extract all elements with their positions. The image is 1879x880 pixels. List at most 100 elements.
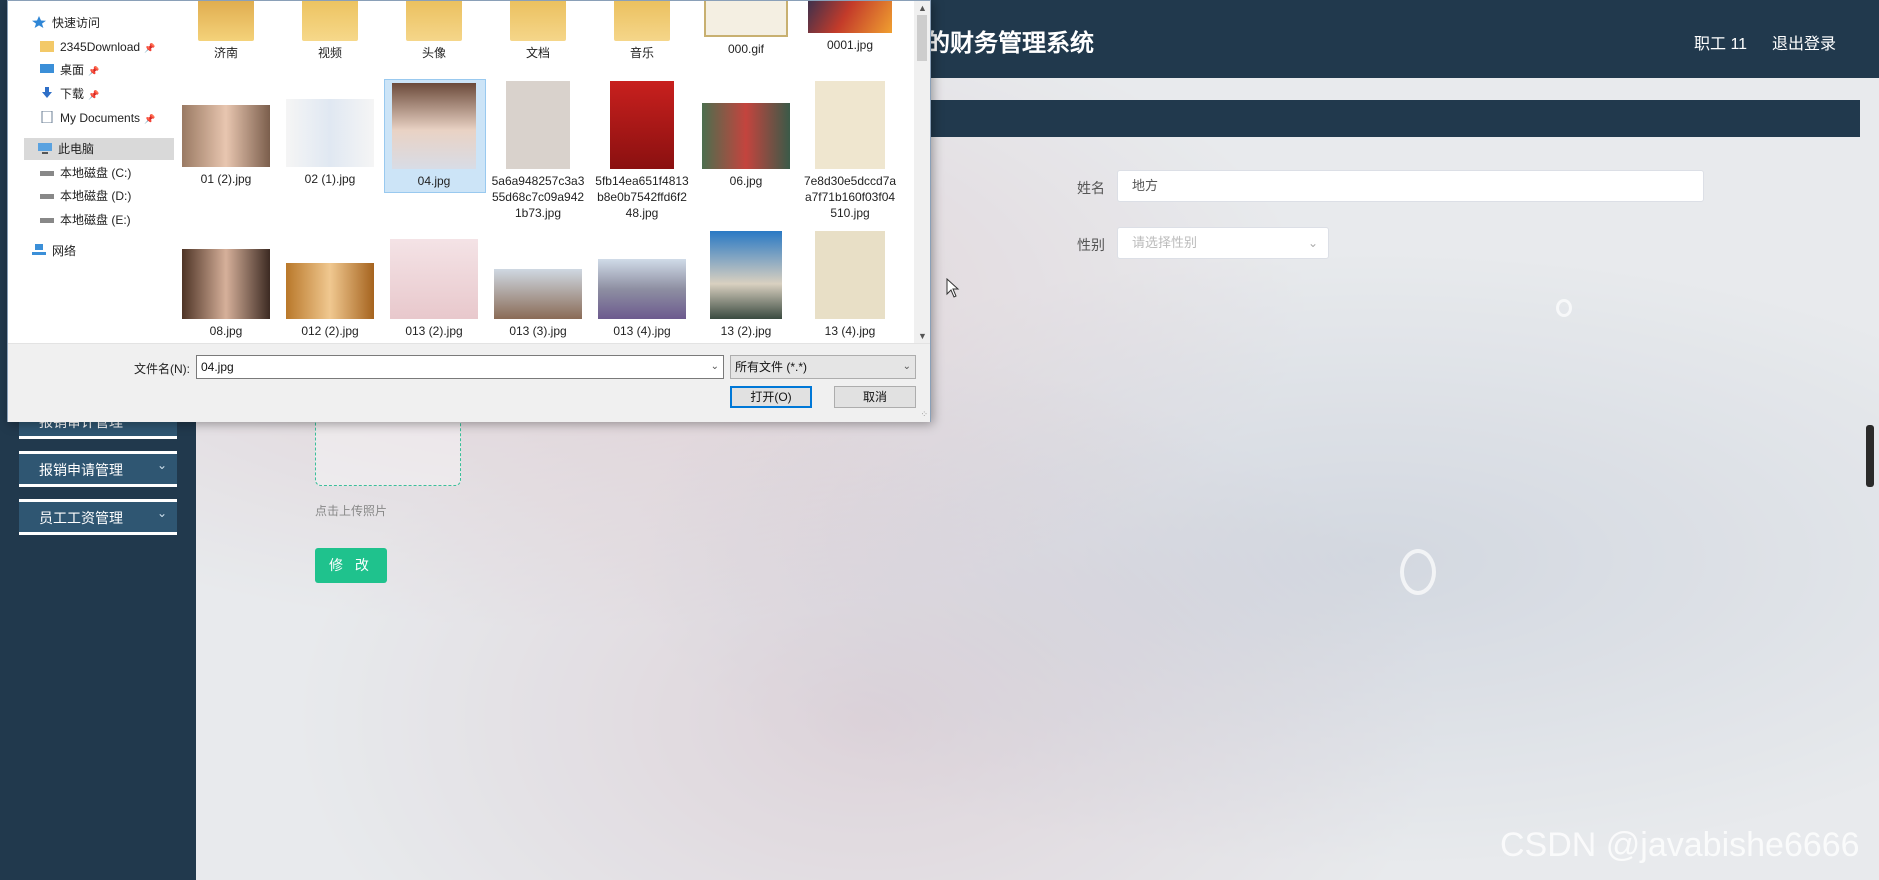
chevron-down-icon[interactable]: ⌄ — [711, 356, 719, 378]
file-name: 济南 — [213, 46, 238, 60]
watermark: CSDN @javabishe6666 — [1500, 826, 1860, 864]
file-item[interactable]: 0001.jpg — [802, 1, 898, 53]
file-item[interactable]: 08.jpg — [178, 249, 274, 339]
nav-network[interactable]: 网络 — [32, 240, 76, 262]
nav-drive-d[interactable]: 本地磁盘 (D:) — [40, 185, 131, 207]
file-item[interactable]: 02 (1).jpg — [282, 99, 378, 187]
dialog-bottom-bar: 文件名(N): 04.jpg ⌄ 所有文件 (*.*) ⌄ 打开(O) 取消 ⁘ — [8, 343, 930, 422]
nav-2345download[interactable]: 2345Download 📌 — [40, 36, 155, 58]
decorative-ring — [1556, 299, 1572, 317]
nav-this-pc[interactable]: 此电脑 — [24, 138, 177, 160]
file-item[interactable]: 013 (4).jpg — [594, 259, 690, 339]
file-name: 013 (4).jpg — [613, 324, 671, 338]
image-thumbnail — [598, 259, 686, 319]
filename-input[interactable]: 04.jpg ⌄ — [196, 355, 724, 379]
chevron-down-icon: ⌄ — [156, 458, 167, 472]
file-item[interactable]: 06.jpg — [698, 103, 794, 189]
file-name: 013 (3).jpg — [509, 324, 567, 338]
drive-icon — [40, 194, 54, 199]
nav-label: 快速访问 — [52, 16, 101, 30]
nav-label: My Documents — [60, 111, 141, 125]
file-item[interactable]: 济南 — [178, 1, 274, 61]
file-name: 06.jpg — [729, 174, 763, 188]
nav-downloads[interactable]: 下载 📌 — [40, 83, 99, 105]
file-item[interactable]: 04.jpg — [384, 79, 486, 193]
file-item[interactable]: 13 (4).jpg — [802, 231, 898, 339]
image-thumbnail — [704, 1, 788, 37]
file-item[interactable]: 5a6a948257c3a355d68c7c09a9421b73.jpg — [490, 81, 586, 221]
file-item[interactable]: 头像 — [386, 1, 482, 61]
document-icon — [41, 111, 53, 123]
image-thumbnail — [610, 81, 674, 169]
folder-icon — [40, 41, 54, 52]
filetype-select[interactable]: 所有文件 (*.*) ⌄ — [730, 355, 916, 379]
scroll-up-icon[interactable]: ▲ — [918, 3, 927, 13]
file-item[interactable]: 013 (2).jpg — [386, 239, 482, 339]
scroll-down-icon[interactable]: ▼ — [918, 331, 927, 341]
file-item[interactable]: 音乐 — [594, 1, 690, 61]
nav-label: 本地磁盘 (D:) — [60, 189, 132, 203]
current-user[interactable]: 职工 11 — [1694, 30, 1747, 54]
chevron-down-icon: ⌄ — [1307, 236, 1318, 250]
file-list: 济南 视频 头像 文档 音乐 000.gif 0001.jpg 01 (2).j… — [174, 1, 922, 343]
pin-icon: 📌 — [144, 43, 156, 53]
logout-link[interactable]: 退出登录 — [1772, 30, 1836, 54]
cancel-button[interactable]: 取消 — [834, 386, 916, 408]
gender-placeholder: 请选择性别 — [1132, 235, 1198, 250]
image-thumbnail — [286, 99, 374, 167]
nav-label: 本地磁盘 (E:) — [60, 213, 131, 227]
nav-label: 2345Download — [60, 40, 141, 54]
file-item[interactable]: 文档 — [490, 1, 586, 61]
file-name: 01 (2).jpg — [200, 172, 252, 186]
file-item[interactable]: 7e8d30e5dccd7aa7f71b160f03f04510.jpg — [802, 81, 898, 221]
file-item[interactable]: 13 (2).jpg — [698, 231, 794, 339]
file-name: 012 (2).jpg — [301, 324, 359, 338]
nav-drive-c[interactable]: 本地磁盘 (C:) — [40, 162, 131, 184]
file-name: 音乐 — [629, 46, 654, 60]
file-name: 013 (2).jpg — [405, 324, 463, 338]
file-item[interactable]: 5fb14ea651f4813b8e0b7542ffd6f248.jpg — [594, 81, 690, 221]
image-thumbnail — [182, 249, 270, 319]
file-item[interactable]: 视频 — [282, 1, 378, 61]
nav-my-documents[interactable]: My Documents 📌 — [40, 107, 155, 129]
image-thumbnail — [286, 263, 374, 319]
file-name: 08.jpg — [209, 324, 243, 338]
folder-icon — [510, 1, 566, 41]
image-thumbnail — [702, 103, 790, 169]
file-item[interactable]: 000.gif — [698, 1, 794, 57]
nav-drive-e[interactable]: 本地磁盘 (E:) — [40, 209, 131, 231]
star-icon — [32, 16, 46, 28]
pin-icon: 📌 — [88, 90, 100, 100]
gender-select[interactable]: 请选择性别 ⌄ — [1117, 227, 1329, 259]
desktop-icon — [40, 64, 54, 73]
file-list-scrollbar[interactable]: ▲ ▼ — [914, 1, 930, 343]
file-item[interactable]: 012 (2).jpg — [282, 263, 378, 339]
page-scrollbar-thumb[interactable] — [1866, 425, 1874, 487]
scrollbar-thumb[interactable] — [917, 15, 927, 61]
folder-icon — [614, 1, 670, 41]
breadcrumb-bar — [927, 100, 1860, 137]
filetype-value: 所有文件 (*.*) — [735, 360, 808, 374]
file-name: 13 (2).jpg — [720, 324, 772, 338]
upload-hint: 点击上传照片 — [315, 504, 388, 518]
nav-desktop[interactable]: 桌面 📌 — [40, 59, 99, 81]
name-input[interactable]: 地方 — [1117, 170, 1704, 202]
sidebar-menu-expense-apply[interactable]: 报销申请管理 ⌄ — [19, 451, 177, 487]
image-thumbnail — [182, 105, 270, 167]
open-button[interactable]: 打开(O) — [730, 386, 812, 408]
resize-grip-icon[interactable]: ⁘ — [920, 409, 928, 420]
file-name: 02 (1).jpg — [304, 172, 356, 186]
file-name: 5a6a948257c3a355d68c7c09a9421b73.jpg — [491, 174, 585, 220]
folder-icon — [406, 1, 462, 41]
gender-label: 性别 — [1077, 237, 1105, 253]
nav-quick-access[interactable]: 快速访问 — [32, 12, 100, 34]
folder-icon — [302, 1, 358, 41]
filename-label: 文件名(N): — [134, 362, 190, 376]
file-item[interactable]: 01 (2).jpg — [178, 105, 274, 187]
sidebar-menu-salary[interactable]: 员工工资管理 ⌄ — [19, 499, 177, 535]
file-item[interactable]: 013 (3).jpg — [490, 269, 586, 339]
sidebar-menu-label: 报销申请管理 — [39, 462, 123, 478]
image-thumbnail — [390, 239, 478, 319]
file-name: 文档 — [525, 46, 550, 60]
modify-button[interactable]: 修 改 — [315, 548, 387, 583]
